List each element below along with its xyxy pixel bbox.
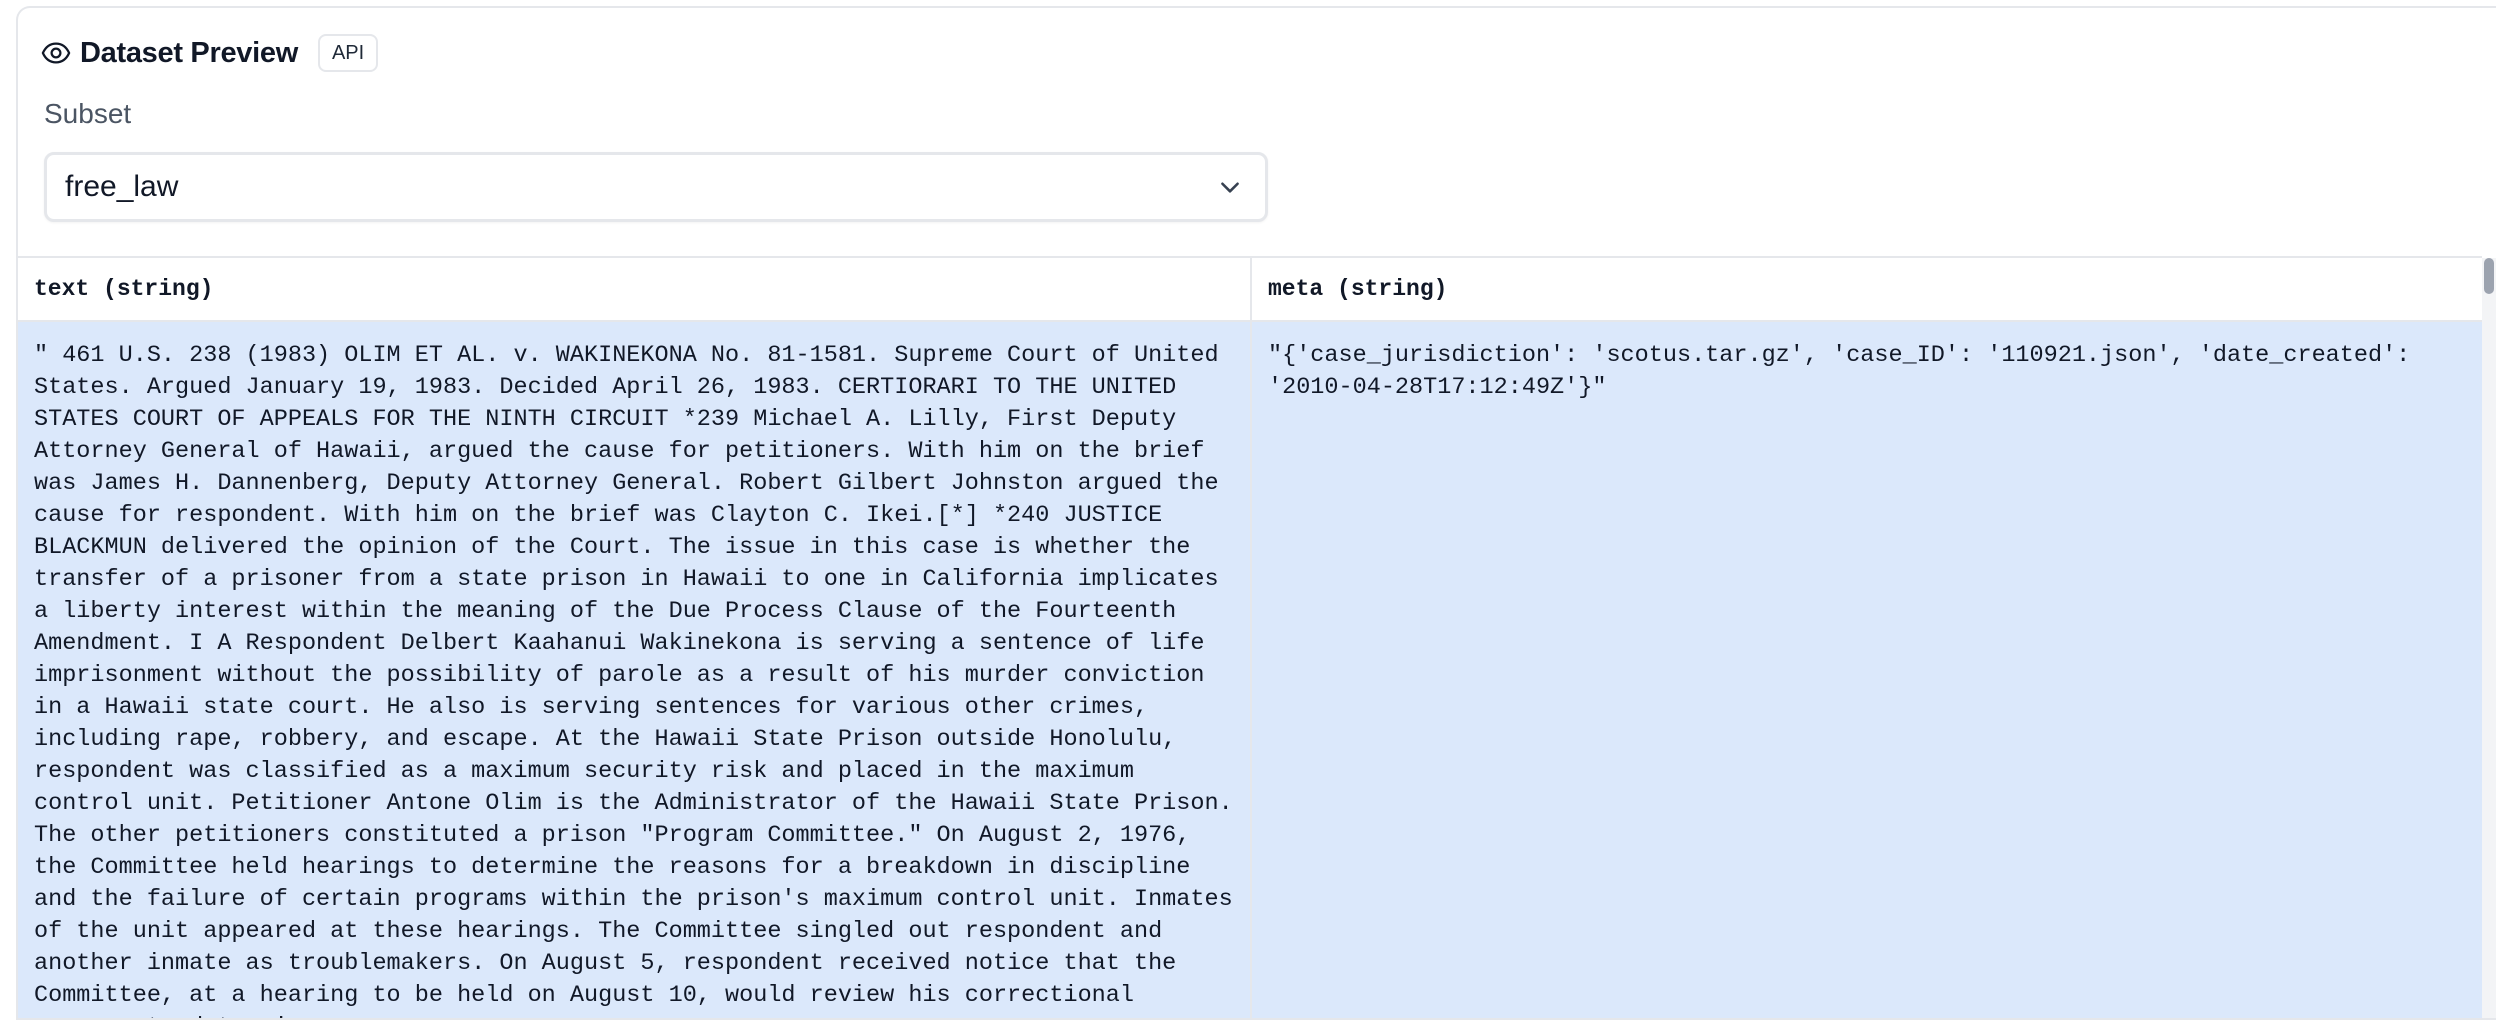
column-header-meta[interactable]: meta (string) bbox=[1250, 258, 2482, 320]
scrollbar-thumb[interactable] bbox=[2484, 258, 2494, 294]
column-header-text[interactable]: text (string) bbox=[18, 258, 1250, 320]
page-title: Dataset Preview bbox=[80, 36, 298, 69]
table-header-row: text (string) meta (string) bbox=[18, 258, 2482, 322]
table-row[interactable]: " 461 U.S. 238 (1983) OLIM ET AL. v. WAK… bbox=[18, 322, 2482, 1018]
preview-header: Dataset Preview API bbox=[40, 28, 379, 78]
dataset-preview-panel: Dataset Preview API Subset free_law text… bbox=[16, 6, 2496, 1020]
api-button[interactable]: API bbox=[317, 34, 379, 72]
cell-text[interactable]: " 461 U.S. 238 (1983) OLIM ET AL. v. WAK… bbox=[18, 322, 1250, 1018]
cell-meta[interactable]: "{'case_jurisdiction': 'scotus.tar.gz', … bbox=[1250, 322, 2482, 1018]
subset-dropdown[interactable]: free_law bbox=[44, 152, 1268, 222]
chevron-down-icon bbox=[1215, 172, 1245, 202]
subset-label: Subset bbox=[44, 98, 132, 129]
data-table: text (string) meta (string) " 461 U.S. 2… bbox=[18, 256, 2482, 1018]
eye-icon bbox=[40, 37, 72, 69]
table-scrollbar[interactable] bbox=[2482, 258, 2496, 1018]
subset-selected-value: free_law bbox=[65, 170, 179, 203]
